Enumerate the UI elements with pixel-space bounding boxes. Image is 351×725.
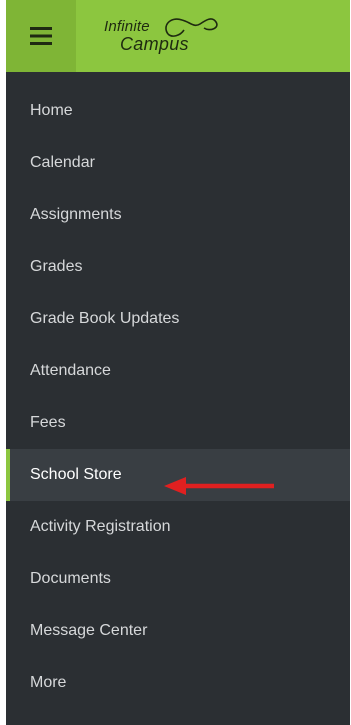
sidebar-item-label: Calendar bbox=[30, 154, 95, 171]
sidebar-item-label: School Store bbox=[30, 466, 122, 483]
sidebar-item-calendar[interactable]: Calendar bbox=[6, 137, 350, 189]
sidebar-item-label: Activity Registration bbox=[30, 518, 171, 535]
sidebar-item-label: Fees bbox=[30, 414, 66, 431]
sidebar-item-fees[interactable]: Fees bbox=[6, 397, 350, 449]
sidebar-item-label: Grades bbox=[30, 258, 83, 275]
sidebar-item-label: Grade Book Updates bbox=[30, 310, 180, 327]
sidebar-item-label: Assignments bbox=[30, 206, 122, 223]
sidebar-item-label: Attendance bbox=[30, 362, 111, 379]
sidebar-item-label: More bbox=[30, 674, 67, 691]
logo-swirl-icon bbox=[165, 18, 218, 37]
sidebar-item-label: Home bbox=[30, 102, 73, 119]
sidebar-item-label: Documents bbox=[30, 570, 111, 587]
sidebar-item-activity-registration[interactable]: Activity Registration bbox=[6, 501, 350, 553]
sidebar-item-grade-book-updates[interactable]: Grade Book Updates bbox=[6, 293, 350, 345]
hamburger-menu-icon bbox=[30, 27, 52, 45]
red-arrow-icon bbox=[164, 477, 274, 495]
sidebar-item-assignments[interactable]: Assignments bbox=[6, 189, 350, 241]
sidebar-item-grades[interactable]: Grades bbox=[6, 241, 350, 293]
sidebar-item-more[interactable]: More bbox=[6, 657, 350, 709]
header-bar: Infinite Campus bbox=[6, 0, 350, 72]
infinite-campus-logo: Infinite Campus bbox=[98, 12, 228, 60]
logo-text-infinite: Infinite bbox=[104, 18, 150, 35]
sidebar-item-attendance[interactable]: Attendance bbox=[6, 345, 350, 397]
sidebar-item-documents[interactable]: Documents bbox=[6, 553, 350, 605]
sidebar-item-home[interactable]: Home bbox=[6, 85, 350, 137]
menu-button[interactable] bbox=[6, 0, 76, 72]
app-frame: Infinite Campus Home Calendar Assignment… bbox=[6, 0, 350, 725]
sidebar-item-message-center[interactable]: Message Center bbox=[6, 605, 350, 657]
sidebar-nav: Home Calendar Assignments Grades Grade B… bbox=[6, 85, 350, 709]
sidebar-item-label: Message Center bbox=[30, 622, 148, 639]
